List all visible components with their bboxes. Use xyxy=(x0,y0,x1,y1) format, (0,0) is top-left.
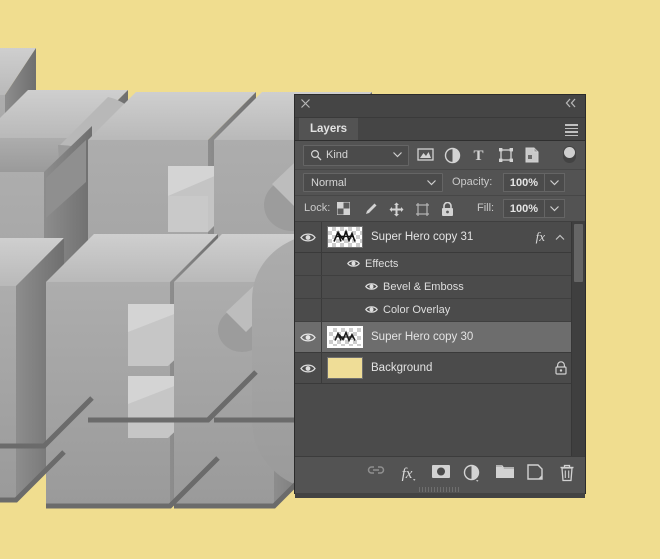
lock-image-pixels-icon[interactable] xyxy=(363,202,377,216)
add-layer-mask-icon[interactable] xyxy=(431,464,450,482)
blend-mode-select[interactable]: Normal xyxy=(303,173,443,192)
layer-row[interactable]: Super Hero copy 31 fx xyxy=(295,222,585,253)
effect-label: Bevel & Emboss xyxy=(383,281,464,293)
effect-label: Color Overlay xyxy=(383,304,451,316)
hamburger-menu-icon[interactable] xyxy=(565,124,578,137)
lock-position-icon[interactable] xyxy=(389,202,404,216)
layer-row[interactable]: Background xyxy=(295,353,585,384)
eye-icon xyxy=(300,232,316,243)
column-divider xyxy=(321,276,322,298)
magnifier-icon xyxy=(310,149,322,161)
opacity-label: Opacity: xyxy=(452,176,493,188)
filter-shape-layers-icon[interactable] xyxy=(498,147,515,164)
layer-visibility-toggle[interactable] xyxy=(295,322,322,352)
layers-scrollbar-thumb[interactable] xyxy=(574,224,583,282)
layer-thumbnail-art xyxy=(333,229,356,243)
lock-label: Lock: xyxy=(304,202,331,214)
eye-icon[interactable] xyxy=(365,305,378,314)
layer-thumbnail[interactable] xyxy=(327,326,363,348)
column-divider xyxy=(321,299,322,321)
new-layer-icon[interactable] xyxy=(527,464,545,482)
layers-list-empty-area[interactable] xyxy=(295,384,585,457)
layer-visibility-toggle[interactable] xyxy=(295,353,322,383)
filter-type-icons: T xyxy=(417,141,542,169)
delete-layer-icon[interactable] xyxy=(559,464,577,482)
layer-name[interactable]: Super Hero copy 31 xyxy=(371,222,473,252)
layers-panel: Layers Kind T Normal Opacity: 100% Lock:… xyxy=(295,95,585,498)
panel-bottom-edge xyxy=(295,493,585,498)
blend-mode-row: Normal Opacity: 100% xyxy=(295,170,585,196)
padlock-icon xyxy=(555,353,567,383)
layer-name[interactable]: Background xyxy=(371,353,432,383)
link-layers-icon[interactable] xyxy=(367,464,385,482)
layers-list[interactable]: Super Hero copy 31 fx Effects Bevel & Em… xyxy=(295,222,585,457)
panel-tabbar: Layers xyxy=(295,118,585,141)
chevron-down-icon xyxy=(393,146,402,158)
layers-scrollbar-track[interactable] xyxy=(571,222,585,457)
layers-action-buttons: fx xyxy=(367,457,577,489)
lock-row: Lock: Fill: 100% xyxy=(295,196,585,222)
new-group-icon[interactable] xyxy=(495,464,514,482)
filter-kind-label: Kind xyxy=(326,149,349,161)
svg-text:fx: fx xyxy=(402,466,413,482)
opacity-stepper[interactable] xyxy=(545,173,565,192)
lock-icons xyxy=(337,196,455,221)
fill-label: Fill: xyxy=(477,202,495,214)
filter-pixel-layers-icon[interactable] xyxy=(417,147,434,164)
eye-icon xyxy=(300,363,316,374)
layer-filter-row: Kind T xyxy=(295,141,585,170)
chevron-up-icon[interactable] xyxy=(555,222,565,252)
layer-thumbnail[interactable] xyxy=(327,226,363,248)
blend-mode-value: Normal xyxy=(311,177,347,189)
column-divider xyxy=(321,253,322,275)
panel-titlebar xyxy=(295,95,585,118)
lock-transparent-pixels-icon[interactable] xyxy=(337,201,351,216)
layer-effects-group[interactable]: Effects xyxy=(295,253,585,276)
filter-enable-toggle[interactable] xyxy=(563,146,576,163)
fill-input[interactable]: 100% xyxy=(503,199,545,218)
panel-resize-grip[interactable] xyxy=(419,487,461,492)
layer-name[interactable]: Super Hero copy 30 xyxy=(371,322,473,352)
filter-kind-select[interactable]: Kind xyxy=(303,145,409,166)
lock-all-icon[interactable] xyxy=(441,201,455,216)
filter-adjustment-layers-icon[interactable] xyxy=(444,147,461,164)
layer-row[interactable]: Super Hero copy 30 xyxy=(295,322,585,353)
lock-artboard-nesting-icon[interactable] xyxy=(415,202,429,216)
eye-icon[interactable] xyxy=(347,259,360,268)
add-layer-style-icon[interactable]: fx xyxy=(399,464,417,482)
layer-thumbnail-art xyxy=(334,330,356,343)
layer-effects-badge: fx xyxy=(535,229,545,244)
eye-icon xyxy=(300,332,316,343)
tab-layers[interactable]: Layers xyxy=(299,118,359,140)
new-fill-adjustment-layer-icon[interactable] xyxy=(463,464,481,482)
filter-type-layers-icon[interactable]: T xyxy=(471,147,488,164)
close-icon[interactable] xyxy=(301,99,313,111)
svg-text:T: T xyxy=(473,148,483,162)
layer-thumbnail[interactable] xyxy=(327,357,363,379)
layer-visibility-toggle[interactable] xyxy=(295,222,322,252)
filter-smart-objects-icon[interactable] xyxy=(525,147,542,164)
opacity-input[interactable]: 100% xyxy=(503,173,545,192)
layers-bottom-toolbar: fx xyxy=(295,456,585,493)
effects-group-label: Effects xyxy=(365,258,399,270)
eye-icon[interactable] xyxy=(365,282,378,291)
layer-effect-item[interactable]: Bevel & Emboss xyxy=(295,276,585,299)
chevron-down-icon xyxy=(427,174,436,186)
collapse-panel-icon[interactable] xyxy=(565,98,577,108)
fill-stepper[interactable] xyxy=(545,199,565,218)
layer-effect-item[interactable]: Color Overlay xyxy=(295,299,585,322)
